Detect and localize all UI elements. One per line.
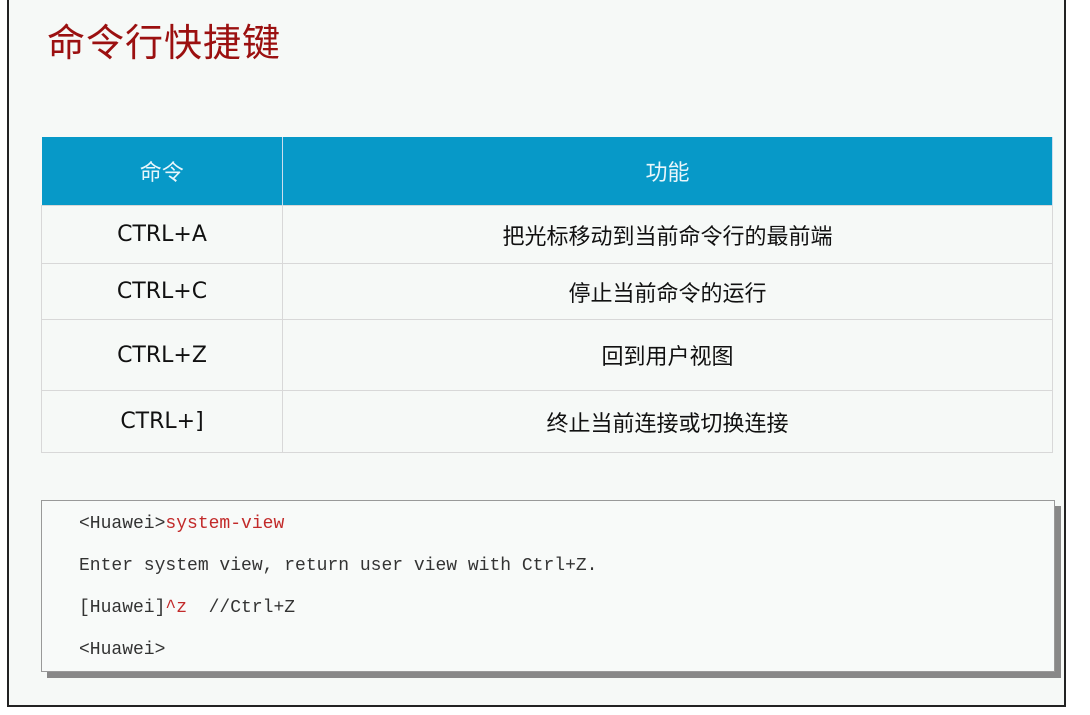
code-line: <Huawei>system-view bbox=[79, 514, 284, 534]
code-line: <Huawei> bbox=[79, 640, 166, 660]
cell-function: 停止当前命令的运行 bbox=[282, 263, 1053, 320]
header-command: 命令 bbox=[41, 137, 283, 206]
cell-command: CTRL+Z bbox=[41, 319, 283, 391]
prompt: [Huawei] bbox=[79, 598, 166, 618]
cell-command: CTRL+C bbox=[41, 263, 283, 320]
code-line: Enter system view, return user view with… bbox=[79, 556, 598, 576]
shortcut-table: 命令 功能 CTRL+A 把光标移动到当前命令行的最前端 CTRL+C 停止当前… bbox=[41, 137, 1053, 453]
cell-function: 回到用户视图 bbox=[282, 319, 1053, 391]
comment: //Ctrl+Z bbox=[187, 598, 296, 618]
command: system-view bbox=[165, 514, 285, 534]
cell-command: CTRL+A bbox=[41, 205, 283, 264]
header-function: 功能 bbox=[282, 137, 1053, 206]
code-line: [Huawei]^z //Ctrl+Z bbox=[79, 598, 295, 618]
cell-command: CTRL+] bbox=[41, 390, 283, 453]
table-row: CTRL+Z 回到用户视图 bbox=[41, 319, 1053, 391]
table-row: CTRL+A 把光标移动到当前命令行的最前端 bbox=[41, 205, 1053, 264]
command: ^z bbox=[165, 598, 188, 618]
cell-function: 终止当前连接或切换连接 bbox=[282, 390, 1053, 453]
table-header: 命令 功能 bbox=[41, 137, 1053, 206]
code-example: <Huawei>system-view Enter system view, r… bbox=[41, 500, 1055, 672]
table-row: CTRL+C 停止当前命令的运行 bbox=[41, 263, 1053, 320]
cell-function: 把光标移动到当前命令行的最前端 bbox=[282, 205, 1053, 264]
slide-title: 命令行快捷键 bbox=[47, 21, 282, 65]
table-row: CTRL+] 终止当前连接或切换连接 bbox=[41, 390, 1053, 453]
prompt: <Huawei> bbox=[79, 514, 166, 534]
